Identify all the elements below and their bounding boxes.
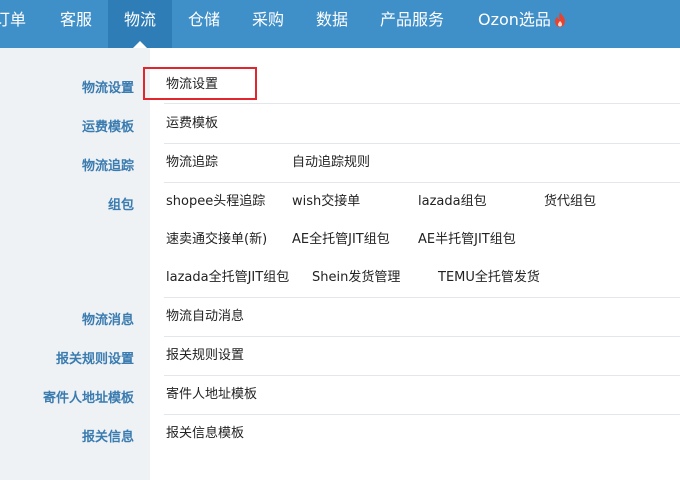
link-auto-logistics-messages[interactable]: 物流自动消息 bbox=[166, 307, 244, 327]
row-divider bbox=[164, 336, 680, 337]
row-divider bbox=[164, 297, 680, 298]
nav-logistics[interactable]: 物流 bbox=[108, 0, 172, 48]
nav-warehouse[interactable]: 仓储 bbox=[188, 0, 220, 48]
link-forwarder-packing[interactable]: 货代组包 bbox=[544, 192, 596, 212]
logistics-dropdown-menu: 物流设置 运费模板 物流追踪 组包 物流消息 报关规则设置 寄件人地址模板 报关… bbox=[0, 48, 680, 480]
nav-ozon-label: Ozon选品 bbox=[478, 10, 551, 29]
link-auto-tracking-rules[interactable]: 自动追踪规则 bbox=[292, 153, 370, 173]
link-shopee-first-leg-tracking[interactable]: shopee头程追踪 bbox=[166, 192, 265, 212]
link-customs-rules[interactable]: 报关规则设置 bbox=[166, 346, 244, 366]
link-lazada-full-jit-packing[interactable]: lazada全托管JIT组包 bbox=[166, 268, 289, 288]
label-customs-info: 报关信息 bbox=[81, 430, 134, 445]
label-logistics-settings: 物流设置 bbox=[81, 81, 134, 96]
nav-data[interactable]: 数据 bbox=[316, 0, 348, 48]
nav-orders[interactable]: 订单 bbox=[0, 0, 26, 48]
link-sender-address-template[interactable]: 寄件人地址模板 bbox=[166, 385, 257, 405]
link-lazada-packing[interactable]: lazada组包 bbox=[418, 192, 487, 212]
nav-customer-service[interactable]: 客服 bbox=[60, 0, 92, 48]
top-navigation: 订单 客服 物流 仓储 采购 数据 产品服务 Ozon选品 bbox=[0, 0, 680, 48]
nav-ozon-selection[interactable]: Ozon选品 bbox=[478, 0, 566, 48]
link-customs-info-template[interactable]: 报关信息模板 bbox=[166, 424, 244, 444]
label-customs-rules: 报关规则设置 bbox=[55, 352, 134, 367]
label-logistics-tracking: 物流追踪 bbox=[81, 159, 134, 174]
link-freight-template[interactable]: 运费模板 bbox=[166, 114, 218, 134]
fire-icon bbox=[554, 2, 566, 42]
link-shein-shipping[interactable]: Shein发货管理 bbox=[312, 268, 400, 288]
row-divider bbox=[164, 143, 680, 144]
link-ae-semi-jit-packing[interactable]: AE半托管JIT组包 bbox=[418, 230, 516, 250]
label-logistics-messages: 物流消息 bbox=[81, 313, 134, 328]
label-packing: 组包 bbox=[107, 198, 134, 213]
label-sender-address: 寄件人地址模板 bbox=[42, 391, 134, 406]
link-temu-shipping[interactable]: TEMU全托管发货 bbox=[438, 268, 540, 288]
row-divider bbox=[164, 414, 680, 415]
nav-product-services[interactable]: 产品服务 bbox=[380, 0, 444, 48]
row-divider bbox=[164, 103, 680, 104]
row-divider bbox=[164, 182, 680, 183]
link-ae-full-jit-packing[interactable]: AE全托管JIT组包 bbox=[292, 230, 390, 250]
row-divider bbox=[164, 375, 680, 376]
link-aliexpress-handover-new[interactable]: 速卖通交接单(新) bbox=[166, 230, 267, 250]
active-caret-icon bbox=[133, 41, 147, 48]
highlight-box bbox=[143, 67, 257, 100]
link-logistics-tracking[interactable]: 物流追踪 bbox=[166, 153, 218, 173]
category-column: 物流设置 运费模板 物流追踪 组包 物流消息 报关规则设置 寄件人地址模板 报关… bbox=[0, 48, 150, 480]
nav-purchase[interactable]: 采购 bbox=[252, 0, 284, 48]
label-freight-template: 运费模板 bbox=[81, 120, 134, 135]
link-wish-handover[interactable]: wish交接单 bbox=[292, 192, 360, 212]
nav-logistics-label: 物流 bbox=[123, 10, 156, 29]
